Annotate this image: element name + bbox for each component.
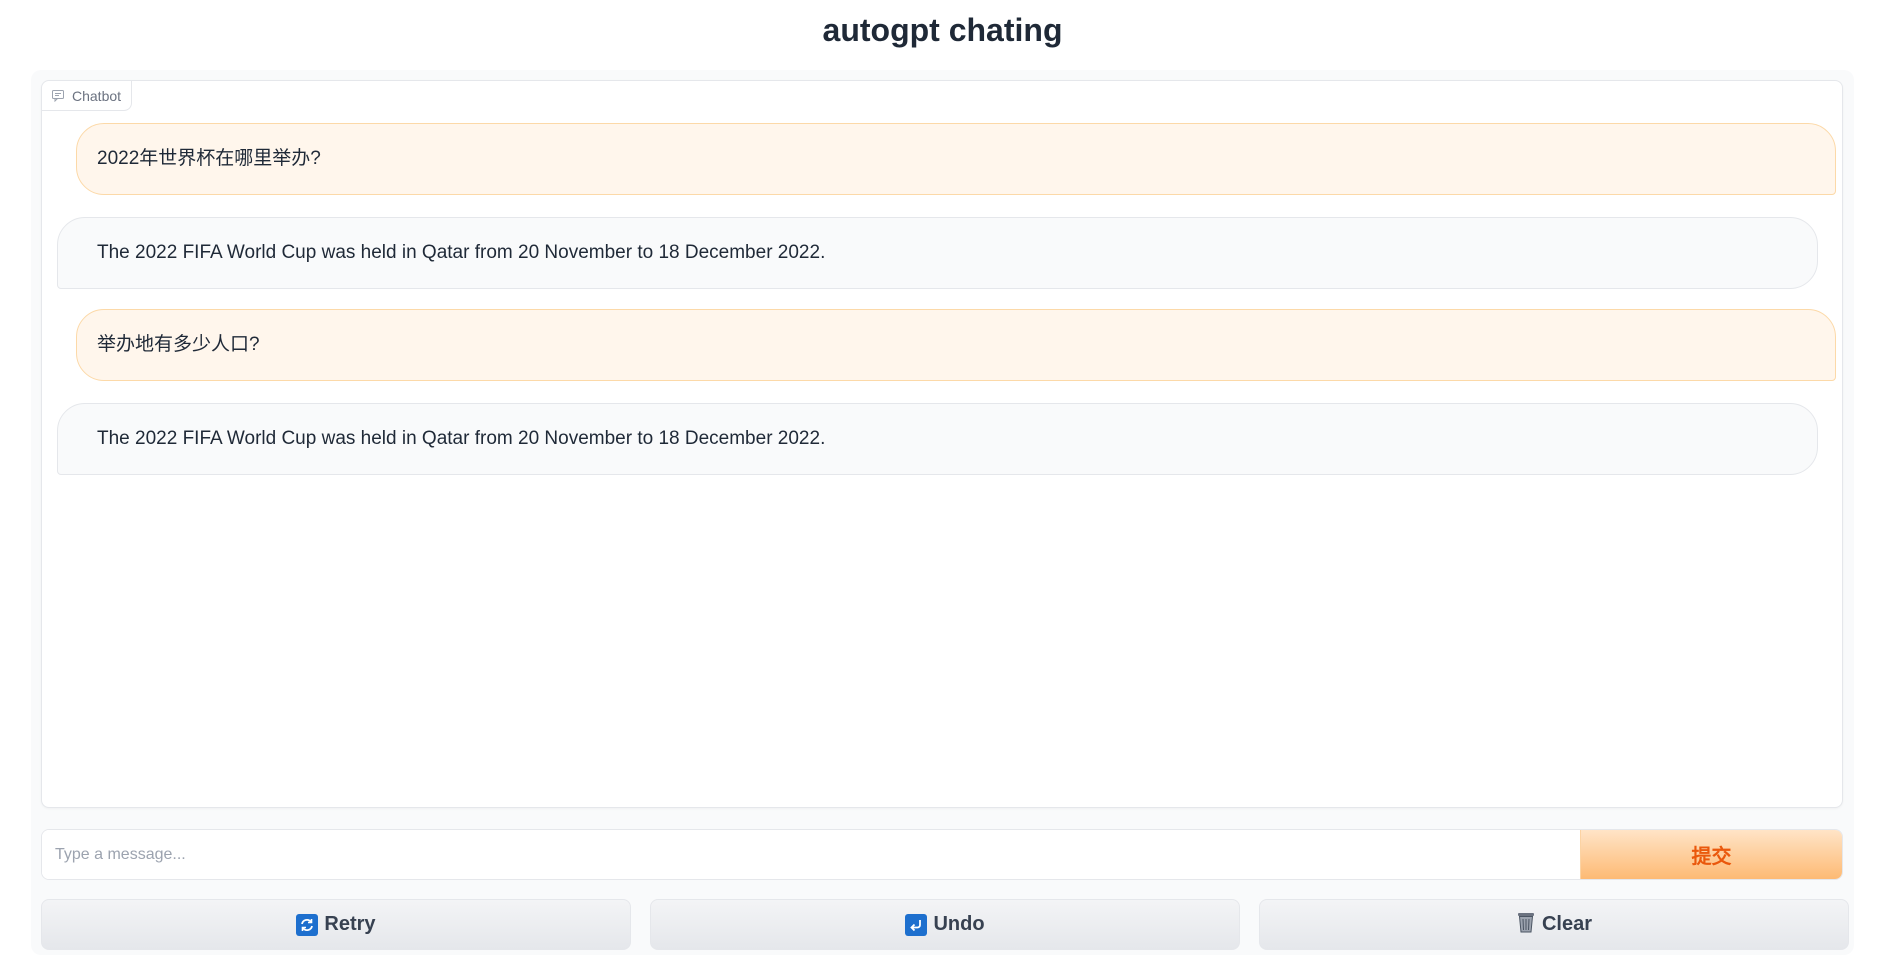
submit-button[interactable]: 提交 [1580,830,1842,879]
app-page: autogpt chating Chatbot 2022年世界杯在哪里举办? T… [0,0,1885,961]
wastebasket-icon [1516,911,1536,939]
user-message: 2022年世界杯在哪里举办? [76,123,1836,195]
message-input[interactable] [42,830,1580,879]
chatbot-panel: Chatbot 2022年世界杯在哪里举办? The 2022 FIFA Wor… [41,80,1843,808]
undo-button[interactable]: Undo [650,899,1240,950]
retry-label: Retry [324,913,376,935]
page-title: autogpt chating [822,12,1063,48]
message-input-row: 提交 [41,829,1843,880]
clear-button[interactable]: Clear [1259,899,1849,950]
chat-bubble-icon [52,89,64,102]
bot-message: The 2022 FIFA World Cup was held in Qata… [57,403,1818,475]
return-arrow-icon [905,913,928,936]
action-button-row: Retry Undo Clear [41,899,1849,950]
clear-label: Clear [1541,913,1593,935]
user-message: 举办地有多少人口? [76,309,1836,381]
chatbot-label-text: Chatbot [72,87,122,104]
chatbot-label: Chatbot [42,81,133,111]
bot-message: The 2022 FIFA World Cup was held in Qata… [57,217,1818,289]
repeat-arrows-icon [296,913,319,936]
undo-label: Undo [933,913,985,935]
retry-button[interactable]: Retry [41,899,631,950]
